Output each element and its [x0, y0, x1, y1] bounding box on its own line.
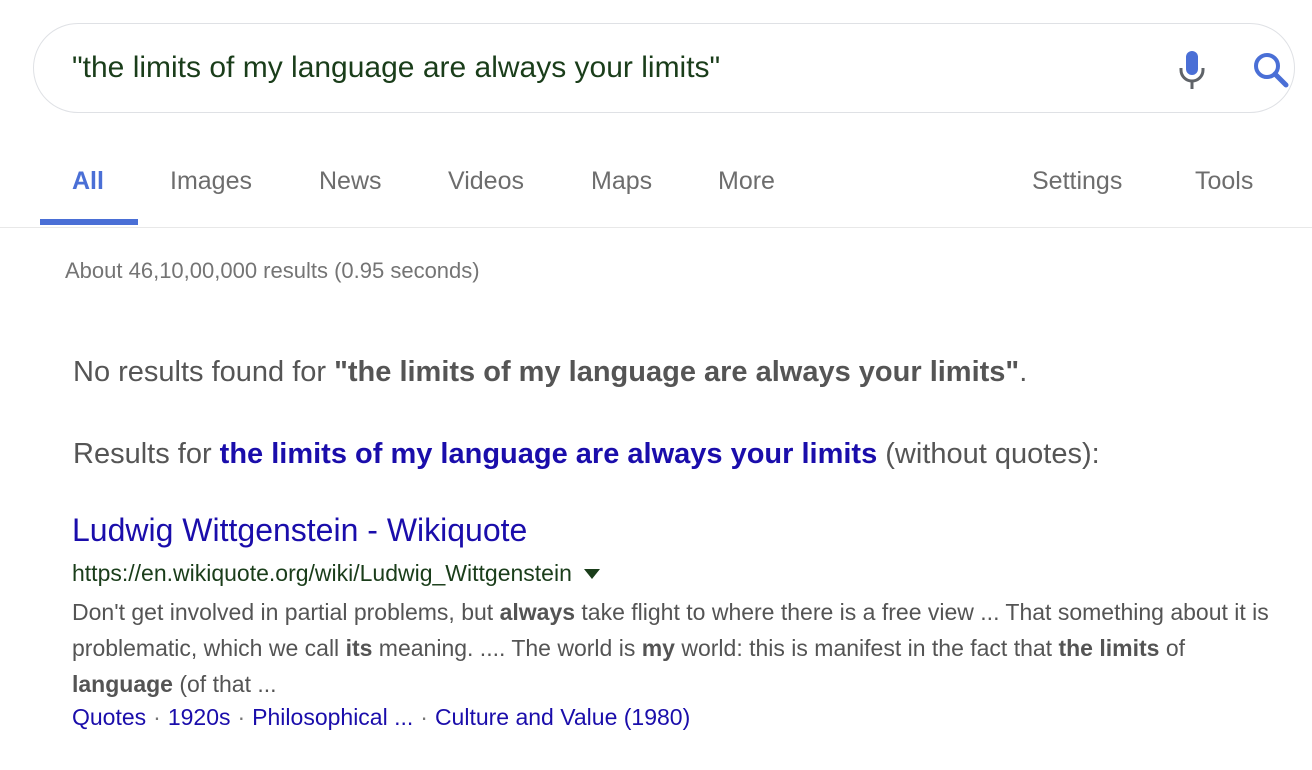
result-snippet: Don't get involved in partial problems, …	[72, 594, 1282, 702]
sitelink-culture-and-value[interactable]: Culture and Value (1980)	[435, 704, 690, 730]
sitelink-separator: ·	[237, 704, 246, 730]
no-results-prefix: No results found for	[73, 356, 335, 388]
result-url: https://en.wikiquote.org/wiki/Ludwig_Wit…	[72, 560, 572, 586]
sitelink-1920s[interactable]: 1920s	[168, 704, 231, 730]
tab-images[interactable]: Images	[170, 160, 252, 226]
tab-settings[interactable]: Settings	[1032, 160, 1122, 226]
no-results-suffix: .	[1019, 356, 1028, 388]
result-url-row: https://en.wikiquote.org/wiki/Ludwig_Wit…	[72, 560, 600, 587]
snippet-highlight: the limits	[1058, 635, 1160, 661]
tab-videos[interactable]: Videos	[448, 160, 524, 226]
search-tabs: All Images News Videos Maps More Setting…	[0, 160, 1312, 228]
snippet-highlight: always	[499, 599, 576, 625]
tab-news[interactable]: News	[319, 160, 382, 226]
no-results-query: "the limits of my language are always yo…	[334, 356, 1020, 388]
results-for-notice: Results for the limits of my language ar…	[73, 438, 1100, 471]
voice-search-button[interactable]	[1170, 48, 1214, 92]
snippet-text: of	[1159, 635, 1186, 661]
result-title-link[interactable]: Ludwig Wittgenstein - Wikiquote	[72, 512, 527, 549]
tab-maps[interactable]: Maps	[591, 160, 652, 226]
sitelink-separator: ·	[153, 704, 161, 730]
microphone-icon	[1179, 51, 1205, 89]
snippet-highlight: its	[345, 635, 373, 661]
sitelink-separator: ·	[420, 704, 428, 730]
results-for-prefix: Results for	[73, 438, 220, 470]
snippet-highlight: language	[72, 671, 173, 697]
search-button[interactable]	[1248, 48, 1294, 92]
sitelink-philosophical[interactable]: Philosophical ...	[252, 704, 413, 730]
snippet-text: world: this is manifest in the fact that	[674, 635, 1059, 661]
search-icon	[1254, 53, 1289, 88]
result-stats: About 46,10,00,000 results (0.95 seconds…	[65, 258, 480, 283]
results-for-suffix: (without quotes):	[877, 438, 1100, 470]
snippet-text: Don't get involved in partial problems, …	[72, 599, 500, 625]
snippet-highlight: my	[641, 635, 675, 661]
tab-all[interactable]: All	[72, 160, 104, 226]
active-tab-indicator	[40, 219, 138, 225]
tab-more[interactable]: More	[718, 160, 775, 226]
tab-tools[interactable]: Tools	[1195, 160, 1253, 226]
result-sitelinks: Quotes · 1920s · Philosophical ... · Culture a…	[72, 704, 690, 731]
snippet-text: meaning. .... The world is	[372, 635, 642, 661]
unquoted-query-link[interactable]: the limits of my language are always you…	[220, 438, 878, 470]
snippet-text: (of that ...	[172, 671, 277, 697]
search-bar	[33, 23, 1295, 113]
sitelink-quotes[interactable]: Quotes	[72, 704, 146, 730]
search-input[interactable]	[72, 46, 1072, 90]
caret-down-icon[interactable]	[583, 568, 600, 579]
no-results-notice: No results found for "the limits of my l…	[73, 356, 1027, 389]
